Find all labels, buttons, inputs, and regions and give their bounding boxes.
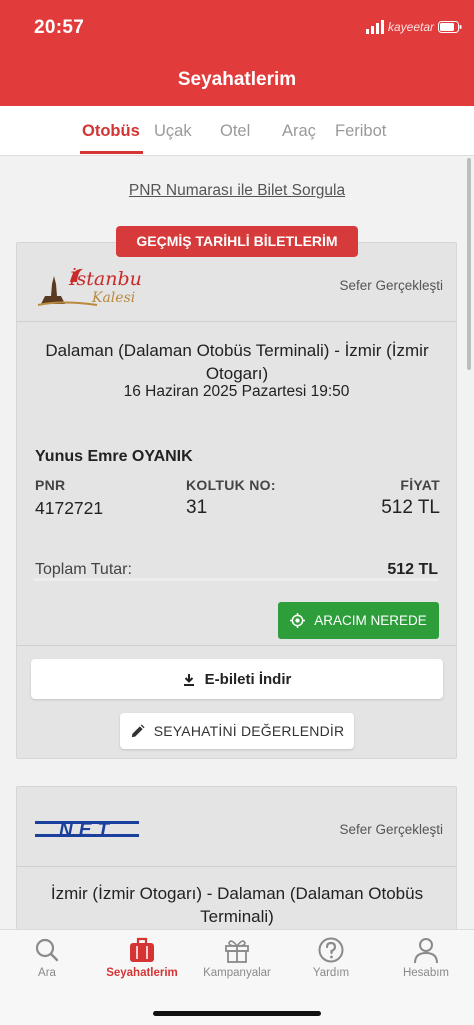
status-bar: 20:57 kayeetar bbox=[0, 0, 474, 56]
help-icon bbox=[318, 937, 344, 963]
page-title: Seyahatlerim bbox=[177, 69, 297, 90]
pnr-value: 4172721 bbox=[35, 498, 104, 518]
past-tickets-badge: GEÇMİŞ TARİHLİ BİLETLERİM bbox=[116, 226, 358, 257]
trip-status: Sefer Gerçekleşti bbox=[339, 822, 443, 837]
price-value: 512 TL bbox=[381, 497, 440, 518]
tab-arac[interactable]: Araç bbox=[282, 122, 316, 141]
status-watermark: kayeetar bbox=[387, 20, 434, 34]
pnr-query-link[interactable]: PNR Numarası ile Bilet Sorgula bbox=[0, 182, 474, 200]
nav-label: Ara bbox=[38, 967, 56, 979]
where-is-my-bus-button[interactable]: ARACIM NEREDE bbox=[278, 602, 439, 639]
nav-label: Hesabım bbox=[402, 967, 450, 979]
svg-text:Kalesi: Kalesi bbox=[91, 290, 135, 306]
route-text: İzmir (İzmir Otogarı) - Dalaman (Dalaman… bbox=[50, 884, 424, 926]
location-target-icon bbox=[290, 613, 306, 628]
seat-value: 31 bbox=[186, 497, 208, 518]
route-text: Dalaman (Dalaman Otobüs Terminali) - İzm… bbox=[45, 341, 429, 383]
profile-icon bbox=[414, 938, 438, 964]
tab-otel[interactable]: Otel bbox=[220, 122, 250, 141]
divider bbox=[17, 866, 456, 867]
svg-text:NET: NET bbox=[59, 820, 115, 840]
price-label: FİYAT bbox=[400, 477, 440, 493]
seat-label: KOLTUK NO: bbox=[186, 477, 276, 493]
download-icon bbox=[183, 673, 194, 686]
passenger-name: Yunus Emre OYANIK bbox=[35, 448, 193, 465]
nav-item-yardim[interactable]: Yardım bbox=[284, 936, 378, 979]
divider bbox=[17, 645, 456, 646]
status-time: 20:57 bbox=[34, 17, 85, 38]
battery-icon bbox=[438, 21, 462, 33]
divider bbox=[17, 321, 456, 322]
category-tabs: Otobüs Uçak Otel Araç Feribot bbox=[0, 106, 474, 156]
total-label: Toplam Tutar: bbox=[35, 561, 132, 578]
signal-icon bbox=[365, 20, 384, 34]
download-eticket-button[interactable]: E-bileti İndir bbox=[31, 659, 443, 699]
nav-label: Kampanyalar bbox=[203, 967, 271, 979]
total-value: 512 TL bbox=[387, 561, 438, 578]
trip-status: Sefer Gerçekleşti bbox=[339, 278, 443, 293]
where-is-my-bus-label: ARACIM NEREDE bbox=[314, 613, 427, 628]
tab-otobus[interactable]: Otobüs bbox=[82, 122, 140, 141]
home-indicator bbox=[153, 1011, 321, 1016]
pencil-icon bbox=[131, 723, 145, 737]
tab-feribot[interactable]: Feribot bbox=[335, 122, 386, 141]
search-icon bbox=[35, 938, 59, 962]
rate-trip-label: SEYAHATİNİ DEĞERLENDİR bbox=[153, 723, 345, 739]
download-eticket-label: E-bileti İndir bbox=[204, 670, 292, 688]
total-divider bbox=[33, 578, 439, 581]
pnr-label: PNR bbox=[35, 477, 66, 493]
departure-date: 16 Haziran 2025 Pazartesi 19:50 bbox=[123, 383, 350, 400]
nav-item-seyahatlerim[interactable]: Seyahatlerim bbox=[95, 936, 189, 979]
rate-trip-button[interactable]: SEYAHATİNİ DEĞERLENDİR bbox=[120, 713, 354, 749]
svg-text:İstanbul: İstanbul bbox=[68, 267, 142, 290]
nav-item-hesabim[interactable]: Hesabım bbox=[379, 936, 473, 979]
nav-label: Yardım bbox=[312, 967, 350, 979]
nav-label: Seyahatlerim bbox=[106, 967, 178, 979]
nav-item-kampanyalar[interactable]: Kampanyalar bbox=[190, 936, 284, 979]
istanbul-kalesi-logo: İstanbul Kalesi bbox=[37, 267, 142, 306]
suitcase-icon bbox=[130, 937, 154, 962]
net-turizm-logo: NET bbox=[35, 820, 139, 840]
active-tab-indicator bbox=[80, 151, 143, 154]
status-indicators: kayeetar bbox=[365, 20, 462, 34]
tab-ucak[interactable]: Uçak bbox=[154, 122, 192, 141]
gift-icon bbox=[225, 940, 249, 963]
nav-item-ara[interactable]: Ara bbox=[0, 936, 94, 979]
app-header: Seyahatlerim bbox=[0, 56, 474, 106]
